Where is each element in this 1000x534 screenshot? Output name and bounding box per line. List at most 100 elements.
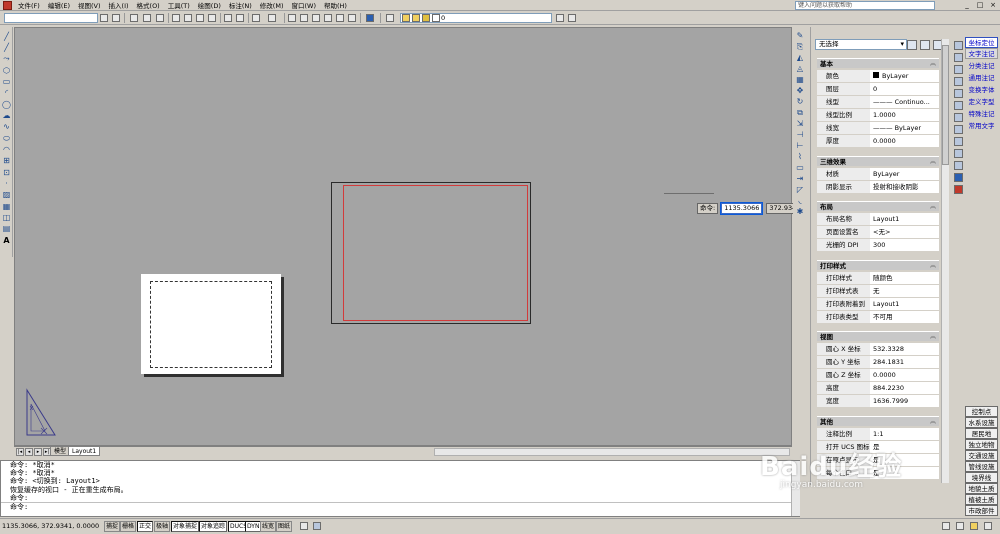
properties-icon[interactable]	[954, 137, 963, 146]
tab-define-glyph[interactable]: 定义字型	[965, 97, 998, 108]
gradient-icon[interactable]: ▦	[2, 203, 11, 211]
section-plot-style[interactable]: 打印样式 ︽	[817, 260, 939, 270]
prop-row-plot-style-table[interactable]: 打印样式表无	[817, 285, 939, 298]
undo-icon[interactable]	[252, 14, 260, 22]
notification-icon[interactable]	[970, 522, 978, 530]
tab-general-annotation[interactable]: 通用注记	[965, 73, 998, 84]
independent-feature-button[interactable]: 独立地物	[965, 439, 998, 450]
dynamic-input-x[interactable]: 1135.3066	[720, 202, 764, 215]
prop-value[interactable]: 532.3328	[870, 343, 939, 355]
spline-icon[interactable]: ∿	[2, 123, 11, 131]
prop-row-plot-style[interactable]: 打印样式 随颜色	[817, 272, 939, 285]
arc-icon[interactable]: ◜	[2, 89, 11, 97]
menu-modify[interactable]: 修改(M)	[256, 0, 288, 10]
offset-icon[interactable]: ◬	[795, 64, 805, 73]
workspace-combo[interactable]	[4, 13, 98, 23]
prop-value[interactable]: <无>	[870, 226, 939, 238]
quick-view-icon[interactable]	[313, 522, 321, 530]
restore-button[interactable]: □	[975, 1, 985, 10]
polyline-icon[interactable]: ⤳	[2, 55, 11, 63]
municipal-component-button[interactable]: 市政部件	[965, 505, 998, 516]
ortho-toggle[interactable]: 正交	[137, 521, 154, 532]
communication-icon[interactable]	[956, 522, 964, 530]
maximize-viewport-icon[interactable]	[300, 522, 308, 530]
prop-value[interactable]: Layout1	[870, 213, 939, 225]
polygon-icon[interactable]: ⬡	[2, 67, 11, 75]
prop-value[interactable]: Layout1	[870, 298, 939, 310]
zoom-icon[interactable]	[954, 77, 963, 86]
explode-icon[interactable]: ✱	[795, 207, 805, 216]
rotate-icon[interactable]: ↻	[795, 97, 805, 106]
prop-row-color[interactable]: 颜色 ByLayer	[817, 70, 939, 83]
redo-icon[interactable]	[268, 14, 276, 22]
prop-value[interactable]: 投射和接收阴影	[870, 181, 939, 193]
mirror-icon[interactable]: ◭	[795, 53, 805, 62]
stretch-icon[interactable]: ⇲	[795, 119, 805, 128]
menu-format[interactable]: 格式(O)	[133, 0, 164, 10]
lineweight-toggle[interactable]: 线宽	[260, 521, 277, 532]
prop-row-plot-table-attached[interactable]: 打印表附着到 Layout1	[817, 298, 939, 311]
erase-icon[interactable]: ✎	[795, 31, 805, 40]
section-view[interactable]: 视图 ︽	[817, 331, 939, 341]
revision-cloud-icon[interactable]: ☁	[2, 112, 11, 120]
break-at-point-icon[interactable]: ⌇	[795, 152, 805, 161]
menu-edit[interactable]: 编辑(E)	[44, 0, 74, 10]
label-icon[interactable]	[954, 53, 963, 62]
command-line-window[interactable]: 命令: *取消* 命令: *取消* 命令: <切换到: Layout1> 恢复缓…	[0, 460, 800, 517]
point-icon[interactable]: ·	[2, 180, 11, 188]
select-objects-icon[interactable]	[920, 40, 930, 50]
symbol-icon[interactable]	[954, 113, 963, 122]
region-icon[interactable]: ◫	[2, 214, 11, 222]
vegetation-button[interactable]: 植被土质	[965, 494, 998, 505]
font-icon[interactable]	[954, 89, 963, 98]
section-general[interactable]: 基本 ︽	[817, 58, 939, 68]
menu-insert[interactable]: 插入(I)	[105, 0, 133, 10]
make-block-icon[interactable]: ⊡	[2, 169, 11, 177]
search-icon[interactable]	[954, 65, 963, 74]
design-center-icon[interactable]	[348, 14, 356, 22]
prop-value[interactable]: 300	[870, 239, 939, 251]
menu-file[interactable]: 文件(F)	[14, 0, 44, 10]
multiline-text-icon[interactable]: A	[2, 237, 11, 245]
section-misc[interactable]: 其他 ︽	[817, 416, 939, 426]
rectangle-icon[interactable]: ▭	[2, 78, 11, 86]
open-folder-icon[interactable]	[143, 14, 151, 22]
tab-layout1[interactable]: Layout1	[68, 447, 101, 456]
snap-toggle[interactable]: 捕捉	[104, 521, 121, 532]
landform-button[interactable]: 地貌土质	[965, 483, 998, 494]
prop-row-lineweight[interactable]: 线宽 ——— ByLayer	[817, 122, 939, 135]
prop-value[interactable]: 1:1	[870, 428, 939, 440]
pan-icon[interactable]	[288, 14, 296, 22]
prop-value[interactable]: 随颜色	[870, 272, 939, 284]
publish-icon[interactable]	[196, 14, 204, 22]
prop-row-shadow[interactable]: 阴影显示 投射和接收阴影	[817, 181, 939, 194]
prev-tab-button[interactable]: ◂	[25, 448, 33, 456]
menu-help[interactable]: 帮助(H)	[320, 0, 351, 10]
prop-value[interactable]: 无	[870, 285, 939, 297]
ellipse-arc-icon[interactable]: ◠	[2, 146, 11, 154]
print-icon[interactable]	[172, 14, 180, 22]
menu-window[interactable]: 窗口(W)	[287, 0, 320, 10]
extend-icon[interactable]: ⊢	[795, 141, 805, 150]
chamfer-icon[interactable]: ◸	[795, 185, 805, 194]
layer-icon[interactable]	[954, 149, 963, 158]
move-icon[interactable]: ✥	[795, 86, 805, 95]
section-layout[interactable]: 布局 ︽	[817, 201, 939, 211]
prop-value[interactable]: 284.1831	[870, 356, 939, 368]
scale-icon[interactable]: ⧉	[795, 108, 805, 117]
scroll-thumb[interactable]	[942, 45, 949, 165]
help-search-input[interactable]: 键入问题以获取帮助	[795, 1, 935, 10]
control-point-button[interactable]: 控制点	[965, 406, 998, 417]
menu-tools[interactable]: 工具(T)	[164, 0, 194, 10]
tab-common-text[interactable]: 常用文字	[965, 121, 998, 132]
trim-icon[interactable]: ⊣	[795, 130, 805, 139]
copy-icon[interactable]	[236, 14, 244, 22]
tab-text-annotation[interactable]: 文字注记	[965, 48, 998, 59]
horizontal-scrollbar[interactable]	[434, 448, 790, 456]
app-icon[interactable]	[3, 0, 12, 10]
prop-value[interactable]: ByLayer	[870, 70, 939, 82]
tab-transform-font[interactable]: 变换字体	[965, 85, 998, 96]
3d-dwf-icon[interactable]	[208, 14, 216, 22]
menu-dimension[interactable]: 标注(N)	[225, 0, 256, 10]
save-icon[interactable]	[156, 14, 164, 22]
